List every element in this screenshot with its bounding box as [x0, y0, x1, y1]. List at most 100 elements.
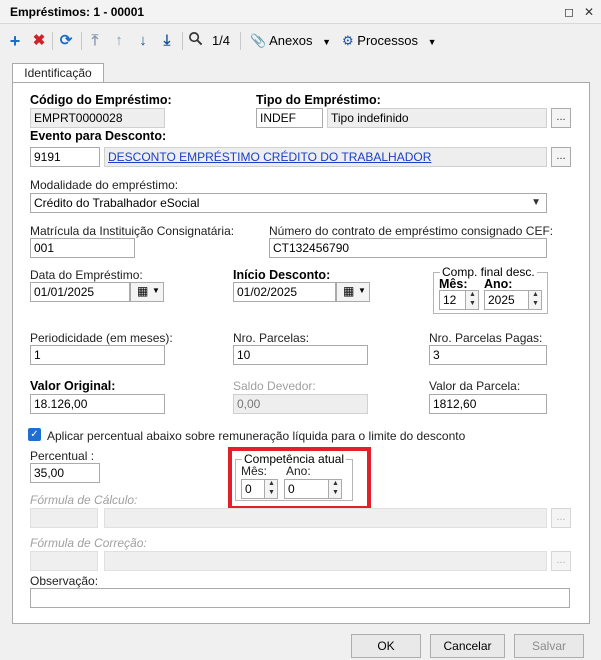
- refresh-icon[interactable]: ⟳: [57, 31, 75, 51]
- comp-final-mes-value: 12: [443, 293, 457, 307]
- chevron-down-icon: ▼: [358, 286, 366, 295]
- comp-final-mes-spinner[interactable]: ▲ ▼: [465, 291, 478, 309]
- tab-identificacao[interactable]: Identificação: [12, 63, 104, 83]
- record-position: 1/4: [211, 33, 231, 48]
- formula-calculo-code-field: [30, 508, 98, 528]
- inicio-desconto-label: Início Desconto:: [233, 268, 331, 282]
- periodicidade-field[interactable]: 1: [30, 345, 165, 365]
- comp-final-ano-spinner[interactable]: ▲ ▼: [528, 291, 541, 309]
- contrato-label: Número do contrato de empréstimo consign…: [269, 224, 554, 238]
- tipo-code-field[interactable]: INDEF: [256, 108, 323, 128]
- observacao-label: Observação:: [30, 574, 99, 588]
- formula-calculo-label: Fórmula de Cálculo:: [30, 493, 138, 507]
- nro-parcelas-label: Nro. Parcelas:: [233, 331, 310, 345]
- nro-parcelas-pagas-label: Nro. Parcelas Pagas:: [429, 331, 543, 345]
- aplicar-percentual-label[interactable]: Aplicar percentual abaixo sobre remunera…: [47, 429, 465, 443]
- calendar-icon: ▦: [343, 284, 355, 298]
- formula-correcao-code-field: [30, 551, 98, 571]
- valor-original-field[interactable]: 18.126,00: [30, 394, 165, 414]
- formula-calculo-lookup-button: ...: [551, 508, 571, 528]
- save-button[interactable]: Salvar: [514, 634, 584, 658]
- competencia-atual-group: Competência atual Mês: Ano: 0 ▲ ▼ 0 ▲ ▼: [235, 452, 353, 501]
- next-record-icon[interactable]: ↓: [134, 31, 152, 51]
- search-icon[interactable]: [186, 31, 204, 51]
- spin-down-icon[interactable]: ▼: [329, 488, 341, 497]
- attachment-icon: 📎: [250, 33, 267, 48]
- percentual-label: Percentual :: [30, 449, 95, 463]
- percentual-field[interactable]: 35,00: [30, 463, 100, 483]
- contrato-field[interactable]: CT132456790: [269, 238, 547, 258]
- observacao-field[interactable]: [30, 588, 570, 608]
- formula-correcao-description-field: [104, 551, 547, 571]
- nro-parcelas-pagas-field[interactable]: 3: [429, 345, 547, 365]
- spin-down-icon[interactable]: ▼: [466, 299, 478, 308]
- modalidade-select[interactable]: Crédito do Trabalhador eSocial ▼: [30, 193, 547, 213]
- title-bar: Empréstimos: 1 - 00001 ◻ ✕: [0, 0, 601, 24]
- last-record-icon[interactable]: ⤓: [158, 31, 176, 51]
- evento-code-field[interactable]: 9191: [30, 147, 100, 167]
- formula-correcao-label: Fórmula de Correção:: [30, 536, 147, 550]
- previous-record-icon[interactable]: ↑: [110, 31, 128, 51]
- chevron-down-icon: ▼: [152, 286, 160, 295]
- toolbar-separator: [81, 32, 82, 50]
- chevron-down-icon: ▼: [427, 37, 437, 47]
- valor-parcela-field[interactable]: 1812,60: [429, 394, 547, 414]
- comp-final-mes-label: Mês:: [439, 277, 468, 291]
- spin-up-icon[interactable]: ▲: [529, 291, 541, 299]
- valor-original-label: Valor Original:: [30, 379, 116, 393]
- spin-up-icon[interactable]: ▲: [466, 291, 478, 299]
- delete-icon[interactable]: ✖: [30, 31, 48, 51]
- gear-icon: ⚙: [342, 33, 354, 48]
- spin-up-icon[interactable]: ▲: [329, 480, 341, 488]
- aplicar-percentual-checkbox[interactable]: ✓: [28, 428, 41, 441]
- chevron-down-icon: ▼: [322, 37, 332, 47]
- data-emprestimo-field[interactable]: 01/01/2025: [30, 282, 130, 302]
- ok-button[interactable]: OK: [351, 634, 421, 658]
- add-icon[interactable]: +: [6, 31, 24, 51]
- competencia-ano-field[interactable]: 0 ▲ ▼: [284, 479, 342, 499]
- inicio-desconto-field[interactable]: 01/02/2025: [233, 282, 336, 302]
- cancel-button[interactable]: Cancelar: [430, 634, 505, 658]
- modalidade-label: Modalidade do empréstimo:: [30, 178, 179, 192]
- toolbar: + ✖ ⟳ ⤒ ↑ ↓ ⤓ 1/4 📎 Anexos ▼ ⚙ Processos…: [0, 25, 601, 57]
- spin-down-icon[interactable]: ▼: [265, 488, 277, 497]
- tipo-description-field: Tipo indefinido: [327, 108, 547, 128]
- comp-final-ano-value: 2025: [488, 293, 515, 307]
- close-window-icon[interactable]: ✕: [580, 3, 598, 21]
- competencia-mes-field[interactable]: 0 ▲ ▼: [241, 479, 278, 499]
- processos-label: Processos: [357, 33, 418, 48]
- saldo-devedor-field: 0,00: [233, 394, 368, 414]
- toolbar-separator: [52, 32, 53, 50]
- tab-strip: Identificação: [0, 57, 601, 83]
- spin-down-icon[interactable]: ▼: [529, 299, 541, 308]
- competencia-ano-spinner[interactable]: ▲ ▼: [328, 480, 341, 498]
- comp-final-ano-field[interactable]: 2025 ▲ ▼: [484, 290, 542, 310]
- identificacao-panel: Código do Empréstimo: EMPRT0000028 Tipo …: [12, 82, 590, 624]
- chevron-down-icon: ▼: [531, 197, 541, 208]
- data-emprestimo-calendar-button[interactable]: ▦ ▼: [130, 282, 164, 302]
- evento-lookup-button[interactable]: ...: [551, 147, 571, 167]
- comp-final-ano-label: Ano:: [484, 277, 513, 291]
- spin-up-icon[interactable]: ▲: [265, 480, 277, 488]
- competencia-ano-label: Ano:: [286, 464, 311, 478]
- toolbar-separator: [240, 32, 241, 50]
- comp-final-group: Comp. final desc. Mês: Ano: 12 ▲ ▼ 2025 ▲…: [433, 265, 548, 314]
- saldo-devedor-label: Saldo Devedor:: [233, 379, 316, 393]
- formula-calculo-description-field: [104, 508, 547, 528]
- restore-window-icon[interactable]: ◻: [560, 3, 578, 21]
- competencia-mes-label: Mês:: [241, 464, 268, 478]
- anexos-label: Anexos: [269, 33, 313, 48]
- comp-final-mes-field[interactable]: 12 ▲ ▼: [439, 290, 479, 310]
- matricula-field[interactable]: 001: [30, 238, 135, 258]
- nro-parcelas-field[interactable]: 10: [233, 345, 368, 365]
- data-emprestimo-label: Data do Empréstimo:: [30, 268, 143, 282]
- processos-menu[interactable]: ⚙ Processos ▼: [342, 31, 442, 51]
- evento-description-link[interactable]: DESCONTO EMPRÉSTIMO CRÉDITO DO TRABALHAD…: [104, 147, 547, 167]
- window-title: Empréstimos: 1 - 00001: [10, 5, 145, 19]
- inicio-desconto-calendar-button[interactable]: ▦ ▼: [336, 282, 370, 302]
- anexos-menu[interactable]: 📎 Anexos ▼: [250, 31, 338, 51]
- competencia-mes-spinner[interactable]: ▲ ▼: [264, 480, 277, 498]
- competencia-mes-value: 0: [245, 482, 252, 496]
- first-record-icon[interactable]: ⤒: [86, 31, 104, 51]
- tipo-lookup-button[interactable]: ...: [551, 108, 571, 128]
